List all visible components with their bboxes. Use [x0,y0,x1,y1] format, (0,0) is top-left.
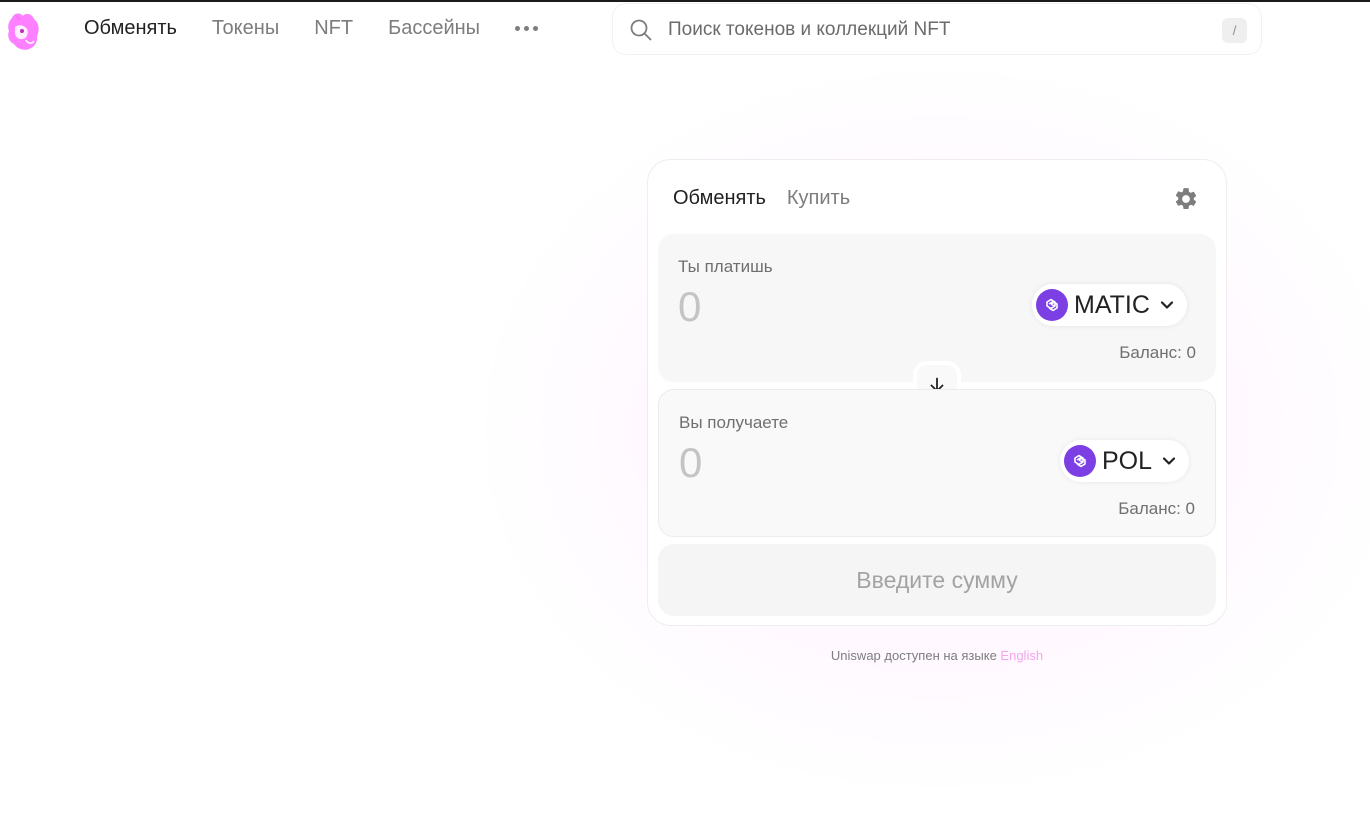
nav-pools[interactable]: Бассейны [388,15,480,41]
more-dots-icon[interactable] [515,15,539,41]
enter-amount-button[interactable]: Введите сумму [658,544,1216,616]
tab-swap[interactable]: Обменять [673,185,766,211]
chevron-down-icon [1162,457,1176,465]
receive-panel: Вы получаете POL Баланс: 0 [658,389,1216,537]
uniswap-logo[interactable] [4,10,42,52]
receive-label: Вы получаете [679,413,789,432]
pay-balance: Баланс: 0 [1119,343,1196,362]
search-input[interactable] [668,16,1208,44]
matic-token-icon [1036,289,1068,321]
nav-swap[interactable]: Обменять [84,15,177,41]
tab-buy[interactable]: Купить [787,185,850,211]
window-top-border [0,0,1370,2]
search-shortcut-key: / [1222,18,1247,43]
pay-panel: Ты платишь MATIC Баланс: 0 [658,234,1216,382]
search-bar[interactable]: / [612,3,1262,55]
swap-tabs: Обменять Купить [673,185,871,211]
receive-amount-input[interactable] [679,438,979,488]
gear-icon[interactable] [1173,186,1199,212]
receive-token-selector[interactable]: POL [1060,440,1190,482]
pay-token-symbol: MATIC [1074,291,1150,319]
language-note-text: Uniswap доступен на языке [830,648,997,663]
language-note: Uniswap доступен на языке English [647,648,1227,663]
nav-nft[interactable]: NFT [314,15,353,41]
receive-token-symbol: POL [1102,447,1153,475]
main-nav: Обменять Токены NFT Бассейны [84,15,539,41]
chevron-down-icon [1160,301,1174,309]
pay-amount-input[interactable] [678,282,978,332]
receive-balance: Баланс: 0 [1118,499,1195,518]
nav-tokens[interactable]: Токены [212,15,279,41]
english-language-link[interactable]: English [1000,648,1043,663]
swap-card: Обменять Купить Ты платишь MATIC Баланс:… [647,159,1227,626]
pol-token-icon [1064,445,1096,477]
pay-token-selector[interactable]: MATIC [1032,284,1187,326]
search-icon [630,19,652,41]
pay-label: Ты платишь [678,257,773,276]
